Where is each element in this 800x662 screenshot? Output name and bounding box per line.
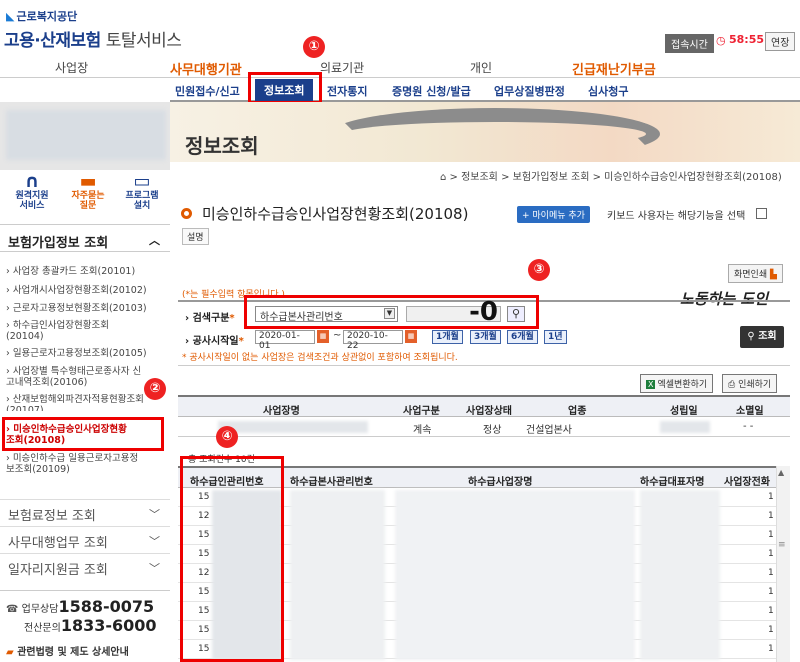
- table1-header: 사업장명 사업구분 사업장상태 업종 성립일 소멸일: [178, 395, 790, 417]
- sidebar-item[interactable]: › 산재보험해외파견자적용현황조회 (20107): [6, 394, 166, 411]
- redacted-column-4: [640, 490, 720, 660]
- clock-icon: ◷: [716, 34, 726, 47]
- nav-disaster-fund[interactable]: 긴급재난기부금: [572, 59, 656, 78]
- user-info-redacted: [6, 110, 166, 160]
- chevron-down-icon: ﹀: [149, 508, 160, 521]
- service-logo[interactable]: 고용·산재보험 토탈서비스: [4, 26, 182, 51]
- banner-title: 정보조회: [185, 134, 259, 158]
- date-to-input[interactable]: 2020-10-22: [343, 330, 403, 351]
- service-subtitle: 토탈서비스: [100, 31, 182, 51]
- sidebar-item[interactable]: › 근로자고용정보현황조회(20103): [6, 303, 166, 314]
- period-label: › 공사시작일*: [185, 336, 244, 347]
- subnav-review[interactable]: 심사청구: [588, 83, 628, 99]
- magnifier-icon: ⚲: [747, 331, 755, 342]
- title-bullet-icon: [181, 208, 192, 219]
- session-label: 접속시간: [665, 34, 714, 53]
- date-from-input[interactable]: 2020-01-01: [255, 330, 315, 351]
- subnav-e-notice[interactable]: 전자통지: [327, 83, 367, 99]
- period-1month-button[interactable]: 1개월: [432, 330, 463, 344]
- search-button[interactable]: ⚲ 조회: [740, 326, 784, 348]
- step-badge-1: ①: [303, 36, 325, 58]
- contact-box: ☎ 업무상담1588-0075 전산문의1833-6000 ▰ 관련법령 및 제…: [0, 590, 170, 662]
- calendar-icon[interactable]: ▦: [405, 330, 417, 343]
- keyboard-option-label: 키보드 사용자는 해당기능을 선택: [607, 211, 746, 222]
- phone-consult: 1588-0075: [58, 597, 155, 616]
- table1-row: 계속 정상 건설업본사 - -: [178, 417, 790, 437]
- org-name: 근로복지공단: [16, 10, 78, 23]
- printer-icon: ⎙: [728, 380, 736, 390]
- headset-icon: ∩: [24, 171, 40, 192]
- search-note: * 공사시작일이 없는 사업장은 검색조건과 상관없이 포함하여 조회됩니다.: [182, 353, 458, 363]
- step-badge-4: ④: [216, 426, 238, 448]
- sidebar-item[interactable]: › 사업장별 특수형태근로종사자 신 고내역조회(20106): [6, 366, 166, 389]
- highlight-box-3: [244, 295, 539, 329]
- highlight-box-4: [180, 456, 284, 662]
- subnav-certificate[interactable]: 증명원 신청/발급: [392, 83, 471, 99]
- chevron-up-icon: ︿: [149, 234, 160, 247]
- highlight-box-1: [248, 72, 322, 104]
- calendar-icon[interactable]: ▦: [317, 330, 329, 343]
- step-badge-2: ②: [144, 378, 166, 400]
- scroll-grip-icon[interactable]: ≡: [778, 540, 786, 550]
- phone-icon: ☎: [6, 604, 19, 615]
- chat-icon: ▬: [79, 171, 97, 192]
- scroll-up-icon[interactable]: ▲: [778, 468, 784, 477]
- excel-export-button[interactable]: X 엑셀변환하기: [640, 374, 714, 393]
- period-1year-button[interactable]: 1년: [544, 330, 567, 344]
- page-title: 미승인하수급승인사업장현황조회(20108): [202, 205, 469, 223]
- subnav-civil[interactable]: 민원접수/신고: [175, 83, 240, 99]
- law-info-link[interactable]: ▰ 관련법령 및 제도 상세안내: [6, 643, 164, 658]
- sidebar-item[interactable]: › 일용근로자고용정보조회(20105): [6, 348, 166, 359]
- sidebar-item[interactable]: › 하수급인사업장현황조회 (20104): [6, 320, 166, 343]
- sidebar-group-agency[interactable]: 사무대행업무 조회 ﹀: [0, 526, 170, 552]
- keyboard-option-checkbox[interactable]: [756, 208, 767, 219]
- add-my-menu-button[interactable]: + 마이메뉴 추가: [517, 206, 590, 223]
- sidebar-group-job-subsidy[interactable]: 일자리지원금 조회 ﹀: [0, 553, 170, 579]
- sidebar-section-title[interactable]: 보험가입정보 조회 ︿: [0, 224, 170, 252]
- nav-agency[interactable]: 사무대행기관: [170, 59, 242, 78]
- redacted-column-2: [290, 490, 385, 660]
- monitor-icon: ▭: [133, 171, 151, 192]
- redacted-column-3: [395, 490, 635, 660]
- phone-it: 1833-6000: [60, 616, 157, 635]
- sidebar-item[interactable]: › 사업개시사업장현황조회(20102): [6, 285, 166, 296]
- excel-icon: X: [646, 380, 656, 389]
- book-icon: ▰: [6, 647, 14, 658]
- nav-personal[interactable]: 개인: [470, 59, 492, 76]
- establish-date-redacted: [660, 421, 710, 433]
- nav-workplace[interactable]: 사업장: [55, 59, 88, 76]
- top-nav: 사업장 사무대행기관 의료기관 개인 긴급재난기부금: [0, 56, 800, 78]
- sidebar-item[interactable]: › 미승인하수급 일용근로자고용정 보조회(20109): [6, 453, 166, 476]
- print-button[interactable]: ⎙ 인쇄하기: [722, 374, 778, 393]
- sidebar-group-premium[interactable]: 보험료정보 조회 ﹀: [0, 499, 170, 525]
- breadcrumb: ⌂ > 정보조회 > 보험가입정보 조회 > 미승인하수급승인사업장현황조회(2…: [440, 172, 782, 183]
- quick-remote-support[interactable]: ∩ 원격지원 서비스: [2, 172, 62, 212]
- subnav-disease-judgment[interactable]: 업무상질병판정: [494, 83, 565, 99]
- step-badge-3: ③: [528, 259, 550, 281]
- org-logo[interactable]: ◣ 근로복지공단: [6, 8, 77, 24]
- chevron-down-icon: ﹀: [149, 535, 160, 548]
- description-button[interactable]: 설명: [182, 228, 209, 245]
- extend-session-button[interactable]: 연장: [765, 32, 796, 51]
- quick-program-install[interactable]: ▭ 프로그램 설치: [112, 172, 172, 212]
- printer-icon: ▙: [770, 270, 777, 280]
- nav-medical[interactable]: 의료기관: [320, 59, 364, 76]
- service-title: 고용·산재보험: [4, 31, 101, 51]
- search-type-label: › 검색구분*: [185, 313, 235, 324]
- workplace-name-redacted: [218, 421, 368, 433]
- session-timer: 58:55: [729, 33, 765, 46]
- banner-illustration: [330, 108, 660, 160]
- chevron-down-icon: ﹀: [149, 562, 160, 575]
- highlight-box-2: [2, 417, 164, 451]
- table-scrollbar[interactable]: [776, 466, 790, 662]
- print-screen-button[interactable]: 화면인쇄 ▙: [728, 264, 783, 283]
- quick-faq[interactable]: ▬ 자주묻는 질문: [58, 172, 118, 212]
- logo-icon: ◣: [6, 10, 15, 23]
- period-6month-button[interactable]: 6개월: [507, 330, 538, 344]
- period-3month-button[interactable]: 3개월: [470, 330, 501, 344]
- sidebar-item[interactable]: › 사업장 총괄카드 조회(20101): [6, 266, 166, 277]
